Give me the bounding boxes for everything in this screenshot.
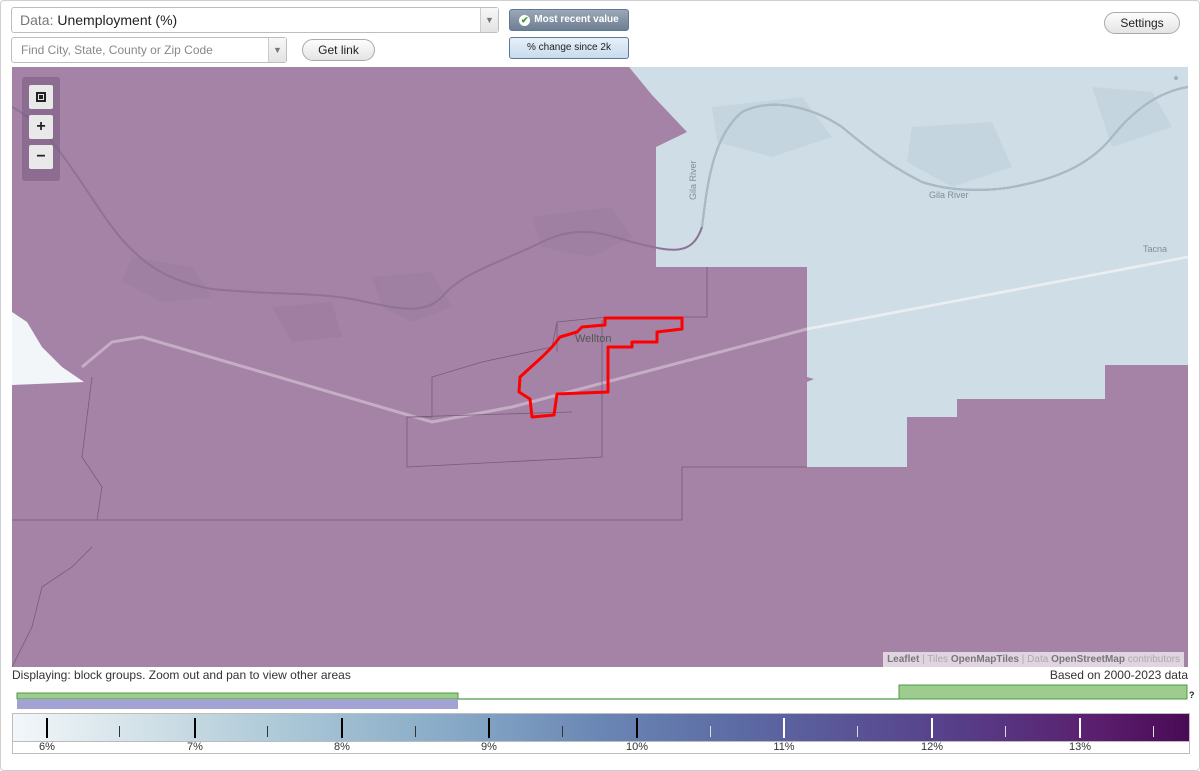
legend-tick-major (194, 718, 196, 738)
legend-tick-minor (1153, 726, 1154, 737)
get-link-button[interactable]: Get link (302, 39, 375, 61)
legend-tick-minor (857, 726, 858, 737)
white-area (12, 312, 84, 385)
histogram-help-icon[interactable]: ? (1189, 690, 1195, 700)
attribution-osm-link[interactable]: OpenStreetMap (1051, 654, 1125, 665)
location-search-input[interactable] (12, 38, 267, 62)
settings-button[interactable]: Settings (1104, 12, 1180, 34)
legend-tick-minor (267, 726, 268, 737)
legend-tick-label: 12% (920, 741, 944, 753)
attribution-tiles-prefix: Tiles (927, 654, 949, 665)
legend-tick-label: 13% (1068, 741, 1092, 753)
legend-tick-minor (119, 726, 120, 737)
choropleth-map[interactable]: + − Wellton Tacna Gila River Gila River … (12, 67, 1188, 667)
legend-tick-minor (562, 726, 563, 737)
histogram-bar-green-right (898, 684, 1188, 700)
legend-tick-label: 7% (187, 741, 203, 753)
zoom-in-button[interactable]: + (29, 115, 53, 139)
chevron-down-icon: ▼ (273, 45, 282, 55)
percent-change-button[interactable]: % change since 2k (509, 37, 629, 59)
legend-tick-label: 9% (481, 741, 497, 753)
most-recent-value-label: Most recent value (534, 14, 619, 25)
legend-tick-minor (415, 726, 416, 737)
location-search-box: ▼ (11, 37, 287, 63)
legend-tick-major (931, 718, 933, 738)
legend-tick-major (783, 718, 785, 738)
chevron-down-icon: ▼ (485, 15, 494, 25)
histogram-bar-green-left (16, 692, 459, 700)
legend-tick-label: 10% (625, 741, 649, 753)
checkmark-icon: ✔ (519, 15, 531, 26)
fit-bounds-icon (36, 92, 46, 102)
map-attribution: Leaflet | Tiles OpenMapTiles | Data Open… (883, 652, 1184, 667)
terrain-shading (122, 207, 632, 342)
data-select-value: Unemployment (%) (57, 12, 178, 28)
zoom-out-button[interactable]: − (29, 145, 53, 169)
legend-tick-minor (710, 726, 711, 737)
search-dropdown-button[interactable]: ▼ (268, 38, 286, 62)
color-legend: 6% 7% 8% 9% 10% 11% 12% 13% (12, 713, 1190, 754)
legend-tick-major (1079, 718, 1081, 738)
attribution-tiles-link[interactable]: OpenMapTiles (951, 654, 1019, 665)
map-dot (1174, 76, 1178, 80)
value-histogram (16, 684, 1188, 709)
data-years-note: Based on 2000-2023 data (1049, 668, 1188, 682)
legend-tick-label: 11% (773, 741, 795, 753)
legend-tick-label: 6% (39, 741, 55, 753)
zoom-fit-button[interactable] (29, 85, 53, 109)
block-group-boundaries (12, 267, 807, 667)
map-canvas (12, 67, 1188, 667)
legend-tick-minor (1005, 726, 1006, 737)
river-label-gila: Gila River (929, 190, 969, 200)
river-label-gila-vertical: Gila River (688, 160, 698, 200)
place-label-tacna: Tacna (1143, 244, 1168, 254)
legend-tick-major (636, 718, 638, 738)
legend-tick-label: 8% (334, 741, 350, 753)
place-label-wellton: Wellton (575, 333, 612, 345)
display-note: Displaying: block groups. Zoom out and p… (12, 668, 351, 682)
data-select-dropdown-button[interactable]: ▼ (480, 8, 498, 32)
data-variable-select[interactable]: Data: Unemployment (%) ▼ (11, 7, 499, 33)
histogram-bar-blue-left (17, 699, 458, 709)
low-value-region (629, 67, 1188, 467)
attribution-data-prefix: Data (1027, 654, 1049, 665)
most-recent-value-button[interactable]: ✔ Most recent value (509, 9, 629, 31)
legend-tick-major (46, 718, 48, 738)
attribution-data-suffix: contributors (1127, 654, 1180, 665)
data-select-prefix: Data: (20, 12, 54, 28)
zoom-control-panel: + − (22, 77, 60, 181)
color-gradient-bar (13, 714, 1189, 742)
legend-tick-major (341, 718, 343, 738)
legend-tick-major (488, 718, 490, 738)
attribution-leaflet-link[interactable]: Leaflet (887, 654, 919, 665)
